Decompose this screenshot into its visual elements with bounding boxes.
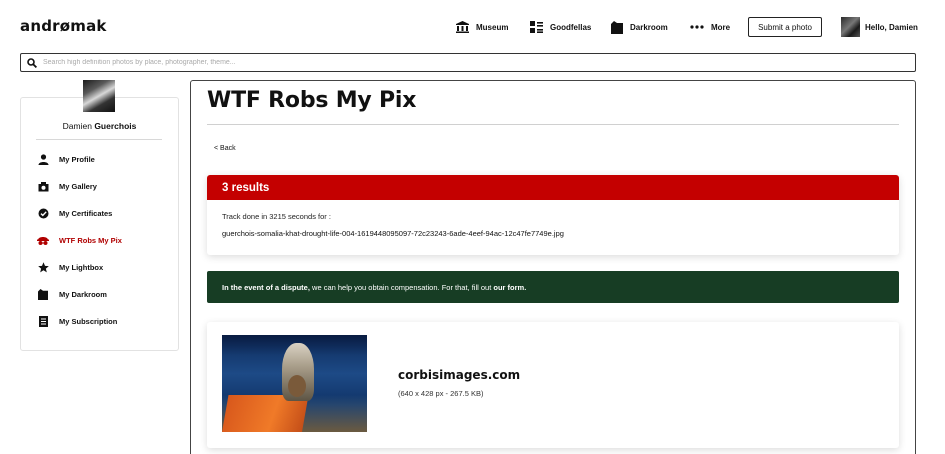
tracked-filename: guerchois-somalia-khat-drought-life-004-… (222, 229, 564, 238)
nav-museum[interactable]: Museum (456, 17, 508, 37)
greeting-label: Hello, Damien (865, 22, 918, 32)
title-divider (207, 124, 899, 125)
user-menu[interactable]: Hello, Damien (841, 17, 918, 37)
submit-photo-button[interactable]: Submit a photo (748, 17, 822, 37)
nav-museum-label: Museum (476, 22, 509, 32)
sidebar-item-label: My Darkroom (59, 289, 107, 299)
sidebar-item-label: WTF Robs My Pix (59, 235, 122, 245)
profile-first-name: Damien (62, 121, 92, 131)
gallery-icon (37, 180, 49, 192)
museum-icon (456, 21, 469, 33)
dispute-banner: In the event of a dispute, we can help y… (207, 271, 899, 303)
nav-goodfellas[interactable]: Goodfellas (530, 17, 591, 37)
nav-more-label: More (711, 22, 731, 32)
sidebar-item-my-lightbox[interactable]: My Lightbox (37, 260, 103, 274)
sidebar-item-my-darkroom[interactable]: My Darkroom (37, 287, 107, 301)
track-duration-text: Track done in 3215 seconds for : (222, 212, 331, 221)
sidebar-item-label: My Lightbox (59, 262, 104, 272)
site-logo[interactable]: andrømak (20, 17, 107, 35)
dispute-bold-text: In the event of a dispute, (222, 282, 310, 292)
nav-darkroom-label: Darkroom (630, 22, 668, 32)
sidebar-item-label: My Subscription (59, 316, 118, 326)
top-navigation: andrømak Museum Goodfellas Darkroom More… (0, 0, 945, 52)
darkroom-icon (611, 20, 623, 34)
sidebar-item-my-subscription[interactable]: My Subscription (37, 314, 117, 328)
match-image-meta: (640 x 428 px - 267.5 KB) (398, 389, 484, 398)
user-icon (37, 153, 49, 165)
sidebar-item-label: My Gallery (59, 181, 97, 191)
match-thumbnail[interactable] (222, 335, 367, 432)
subscription-icon (37, 315, 49, 327)
sidebar-item-my-certificates[interactable]: My Certificates (37, 206, 112, 220)
sidebar (20, 97, 179, 351)
profile-last-name: Guerchois (94, 121, 137, 131)
sidebar-item-label: My Profile (59, 154, 95, 164)
page-title: WTF Robs My Pix (207, 88, 417, 113)
nav-more[interactable]: More (690, 17, 730, 37)
nav-darkroom[interactable]: Darkroom (611, 17, 668, 37)
robber-icon (37, 234, 49, 246)
goodfellas-icon (530, 21, 543, 33)
nav-goodfellas-label: Goodfellas (550, 22, 592, 32)
darkroom-icon (37, 288, 49, 300)
thumbnail-child (288, 375, 306, 397)
profile-photo (83, 80, 115, 112)
certificate-icon (37, 207, 49, 219)
sidebar-item-my-profile[interactable]: My Profile (37, 152, 95, 166)
star-icon (37, 261, 49, 273)
search-input[interactable] (43, 59, 863, 66)
profile-name: Damien Guerchois (20, 121, 179, 131)
search-icon (27, 57, 37, 68)
dispute-text: we can help you obtain compensation. For… (309, 282, 494, 292)
avatar (841, 17, 860, 37)
search-bar[interactable] (20, 53, 916, 72)
sidebar-divider (36, 139, 162, 140)
match-site-name[interactable]: corbisimages.com (398, 368, 520, 382)
sidebar-item-wtf-robs-my-pix[interactable]: WTF Robs My Pix (37, 233, 122, 247)
results-header: 3 results (207, 175, 899, 200)
sidebar-item-label: My Certificates (59, 208, 113, 218)
dispute-form-link[interactable]: our form. (493, 283, 526, 292)
back-link[interactable]: < Back (214, 145, 236, 152)
sidebar-item-my-gallery[interactable]: My Gallery (37, 179, 97, 193)
more-dots-icon (690, 25, 704, 29)
